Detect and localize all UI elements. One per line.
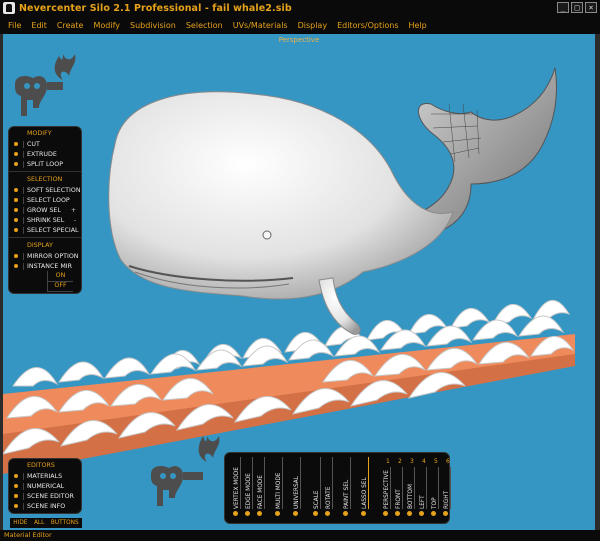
scene-info-dot bbox=[14, 504, 18, 508]
plus-icon: + bbox=[70, 206, 76, 214]
close-button[interactable]: × bbox=[585, 2, 597, 13]
split-loop-dot bbox=[14, 162, 18, 166]
split-loop-button[interactable]: SPLIT LOOP bbox=[9, 159, 81, 169]
app-icon[interactable] bbox=[3, 2, 15, 14]
menu-create[interactable]: Create bbox=[52, 21, 89, 30]
mode-panel: VERTEX MODE EDGE MODE FACE MODE MULTI MO… bbox=[224, 452, 451, 524]
menu-help[interactable]: Help bbox=[403, 21, 431, 30]
silo-logo-bottom bbox=[151, 436, 220, 506]
menu-edit[interactable]: Edit bbox=[26, 21, 52, 30]
scale-dot bbox=[313, 511, 318, 516]
menu-bar: File Edit Create Modify Subdivision Sele… bbox=[0, 16, 600, 34]
lasso-sel-dot bbox=[361, 511, 366, 516]
scene-editor-button[interactable]: SCENE EDITOR bbox=[9, 491, 81, 501]
left-dot bbox=[419, 511, 424, 516]
multi-mode-dot bbox=[275, 511, 280, 516]
instance-mir-dot bbox=[14, 264, 18, 268]
face-mode-dot bbox=[257, 511, 262, 516]
status-bar: Material Editor bbox=[0, 530, 600, 541]
numerical-dot bbox=[14, 484, 18, 488]
perspective-viewport[interactable]: Perspective MODIFY CUT EXTRUDE SPLIT LOO… bbox=[3, 34, 595, 530]
maximize-button[interactable]: □ bbox=[571, 2, 583, 13]
minus-icon: - bbox=[73, 216, 76, 224]
menu-editors-options[interactable]: Editors/Options bbox=[332, 21, 403, 30]
view-number-4: 4 bbox=[422, 458, 426, 465]
cut-dot bbox=[14, 142, 18, 146]
right-dot bbox=[443, 511, 448, 516]
menu-subdivision[interactable]: Subdivision bbox=[125, 21, 181, 30]
front-dot bbox=[395, 511, 400, 516]
menu-display[interactable]: Display bbox=[293, 21, 333, 30]
off-toggle[interactable]: OFF bbox=[9, 281, 81, 292]
grow-sel-dot bbox=[14, 208, 18, 212]
scene-info-button[interactable]: SCENE INFO bbox=[9, 501, 81, 511]
waves bbox=[3, 300, 575, 474]
view-number-2: 2 bbox=[398, 458, 402, 465]
rotate-dot bbox=[325, 511, 330, 516]
modify-heading: MODIFY bbox=[27, 130, 52, 137]
editors-panel: EDITORS MATERIALS NUMERICAL SCENE EDITOR… bbox=[8, 458, 82, 514]
materials-dot bbox=[14, 474, 18, 478]
all-button[interactable]: ALL bbox=[34, 518, 44, 528]
view-number-1: 1 bbox=[386, 458, 390, 465]
window-title: Nevercenter Silo 2.1 Professional - fail… bbox=[19, 2, 292, 14]
mirror-option-button[interactable]: MIRROR OPTION bbox=[9, 251, 81, 261]
window-controls: _ □ × bbox=[557, 2, 597, 13]
selection-heading: SELECTION bbox=[27, 176, 63, 183]
menu-modify[interactable]: Modify bbox=[88, 21, 125, 30]
silo-logo-top bbox=[15, 54, 76, 116]
edge-mode-dot bbox=[245, 511, 250, 516]
select-loop-dot bbox=[14, 198, 18, 202]
cut-button[interactable]: CUT bbox=[9, 139, 81, 149]
top-dot bbox=[431, 511, 436, 516]
universal-dot bbox=[293, 511, 298, 516]
shrink-sel-dot bbox=[14, 218, 18, 222]
paint-sel-dot bbox=[343, 511, 348, 516]
soft-selection-dot bbox=[14, 188, 18, 192]
minimize-button[interactable]: _ bbox=[557, 2, 569, 13]
menu-file[interactable]: File bbox=[3, 21, 26, 30]
instance-mir-button[interactable]: INSTANCE MIR bbox=[9, 261, 81, 271]
whale-model[interactable] bbox=[108, 67, 557, 335]
bottom-dot bbox=[407, 511, 412, 516]
shrink-sel-button[interactable]: SHRINK SEL - bbox=[9, 215, 81, 225]
select-special-button[interactable]: SELECT SPECIAL bbox=[9, 225, 81, 235]
viewport-label: Perspective bbox=[278, 36, 320, 44]
select-loop-button[interactable]: SELECT LOOP bbox=[9, 195, 81, 205]
extrude-dot bbox=[14, 152, 18, 156]
hide-button[interactable]: HIDE bbox=[13, 518, 27, 528]
scene-editor-dot bbox=[14, 494, 18, 498]
view-number-3: 3 bbox=[410, 458, 414, 465]
editors-heading: EDITORS bbox=[27, 462, 55, 469]
menu-selection[interactable]: Selection bbox=[181, 21, 228, 30]
title-bar: Nevercenter Silo 2.1 Professional - fail… bbox=[0, 0, 600, 16]
display-heading: DISPLAY bbox=[27, 242, 53, 249]
numerical-button[interactable]: NUMERICAL bbox=[9, 481, 81, 491]
vertex-mode-dot bbox=[233, 511, 238, 516]
materials-button[interactable]: MATERIALS bbox=[9, 471, 81, 481]
view-number-5: 5 bbox=[434, 458, 438, 465]
tool-panel: MODIFY CUT EXTRUDE SPLIT LOOP SELECTION … bbox=[8, 126, 82, 294]
select-special-dot bbox=[14, 228, 18, 232]
mirror-option-dot bbox=[14, 254, 18, 258]
view-number-6: 6 bbox=[446, 458, 450, 465]
extrude-button[interactable]: EXTRUDE bbox=[9, 149, 81, 159]
menu-uvs-materials[interactable]: UVs/Materials bbox=[228, 21, 293, 30]
on-toggle[interactable]: ON bbox=[9, 271, 81, 282]
perspective-dot bbox=[383, 511, 388, 516]
buttons-button[interactable]: BUTTONS bbox=[51, 518, 79, 528]
grow-sel-button[interactable]: GROW SEL + bbox=[9, 205, 81, 215]
soft-selection-button[interactable]: SOFT SELECTION bbox=[9, 185, 81, 195]
hide-buttons-bar: HIDE ALL BUTTONS bbox=[10, 518, 82, 528]
